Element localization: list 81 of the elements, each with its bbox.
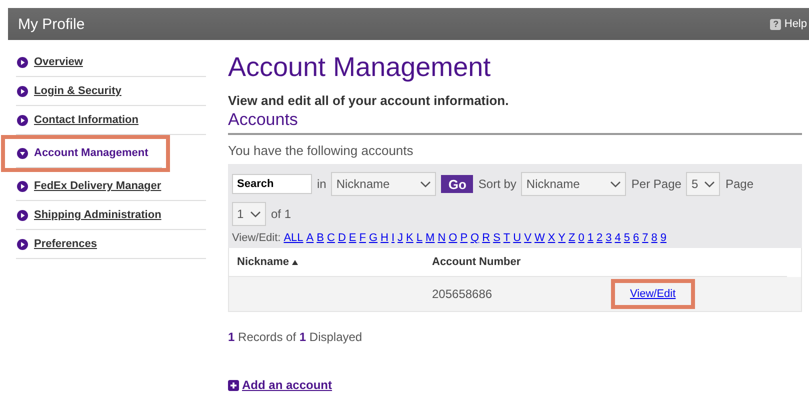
table-cell-text: 205658686 [431, 287, 494, 301]
records-count: 1 Records of 1 Displayed [228, 330, 364, 344]
letter-link[interactable]: J [398, 232, 404, 244]
letter-link[interactable]: 5 [624, 232, 630, 244]
letter-link[interactable]: 8 [651, 232, 658, 244]
letter-link[interactable]: S [493, 232, 500, 244]
letter-link[interactable]: W [534, 232, 545, 244]
sidebar-item[interactable]: Overview [16, 48, 206, 77]
letter-link[interactable]: P [460, 232, 468, 244]
go-button[interactable]: Go [441, 175, 474, 193]
letter-link[interactable]: L [416, 232, 423, 244]
letter-link[interactable]: 9 [660, 232, 666, 244]
letter-link[interactable]: 7 [642, 232, 648, 244]
letter-link[interactable]: K [406, 232, 414, 244]
column-header[interactable]: Nickname [229, 256, 424, 268]
chevron-down-icon [610, 180, 622, 188]
letter-link[interactable]: X [548, 232, 556, 244]
letter-link[interactable]: O [448, 232, 458, 244]
column-header[interactable]: Account Number [424, 256, 619, 268]
help-icon: ? [770, 18, 782, 30]
field-select[interactable]: Nickname [331, 172, 436, 196]
letter-link[interactable]: R [482, 232, 490, 244]
subtitle: View and edit all of your account information. [228, 93, 510, 108]
view-edit-link[interactable]: View/Edit [617, 285, 689, 303]
per-page-select[interactable]: 5 [686, 172, 720, 196]
letter-link[interactable]: E [348, 232, 356, 244]
letter-link[interactable]: ALL [284, 232, 304, 244]
letter-link[interactable]: H [380, 232, 388, 244]
help-link[interactable]: Help [784, 18, 807, 30]
chevron-down-icon [704, 180, 716, 188]
page-heading: Account Management [228, 52, 492, 83]
letter-link[interactable]: Q [470, 232, 480, 244]
letter-link[interactable]: F [359, 232, 366, 244]
section-heading: Accounts [228, 110, 802, 135]
letter-link[interactable]: U [513, 232, 522, 244]
sidebar-item[interactable]: Contact Information [16, 106, 206, 135]
play-circle-icon [17, 238, 28, 250]
letter-link[interactable]: B [316, 232, 324, 244]
view-edit-label: View/Edit: [232, 232, 281, 244]
letter-link[interactable]: V [524, 232, 532, 244]
sort-select[interactable]: Nickname [521, 172, 626, 196]
letter-link[interactable]: M [426, 232, 435, 244]
play-circle-icon [17, 114, 28, 126]
letter-link[interactable]: 2 [596, 232, 603, 244]
sidebar-item[interactable]: Preferences [16, 230, 206, 259]
play-circle-icon [17, 86, 28, 96]
letter-link[interactable]: 0 [578, 232, 584, 244]
letter-link[interactable]: 6 [633, 232, 640, 244]
page-label: Page [725, 177, 754, 191]
sidebar-item[interactable]: Login & Security [16, 77, 206, 106]
per-page-label: Per Page [631, 177, 682, 191]
play-circle-icon [17, 210, 28, 220]
add-account-link[interactable]: Add an account [242, 378, 332, 392]
letter-link[interactable]: Z [568, 232, 576, 244]
letter-link[interactable]: T [503, 232, 510, 244]
letter-link[interactable]: C [326, 232, 335, 244]
chevron-down-icon [250, 210, 261, 218]
page-select[interactable]: 1 [232, 202, 266, 226]
page-count: of 1 [271, 207, 292, 221]
letter-link[interactable]: G [368, 232, 378, 244]
letter-link[interactable]: 3 [606, 232, 612, 244]
sidebar-item[interactable]: Account Management [16, 139, 162, 168]
letter-link[interactable]: Y [558, 232, 566, 244]
down-circle-icon [17, 148, 28, 158]
letter-link[interactable]: N [438, 232, 446, 244]
letter-link[interactable]: 4 [614, 232, 621, 244]
in-label: in [317, 177, 326, 191]
letter-link[interactable]: I [391, 232, 395, 244]
intro-text: You have the following accounts [228, 143, 414, 158]
letter-link[interactable]: 1 [587, 232, 594, 244]
page-title: My Profile [18, 16, 85, 32]
letter-link[interactable]: D [338, 232, 346, 244]
play-circle-icon [17, 56, 28, 68]
plus-icon [228, 380, 239, 390]
search-field[interactable]: Search [232, 174, 312, 194]
letter-link[interactable]: A [306, 232, 314, 244]
chevron-down-icon [420, 180, 432, 188]
sidebar-item[interactable]: FedEx Delivery Manager [16, 172, 206, 201]
sort-label: Sort by [478, 177, 516, 191]
sidebar-item[interactable]: Shipping Administration [16, 201, 206, 230]
play-circle-icon [17, 180, 28, 192]
